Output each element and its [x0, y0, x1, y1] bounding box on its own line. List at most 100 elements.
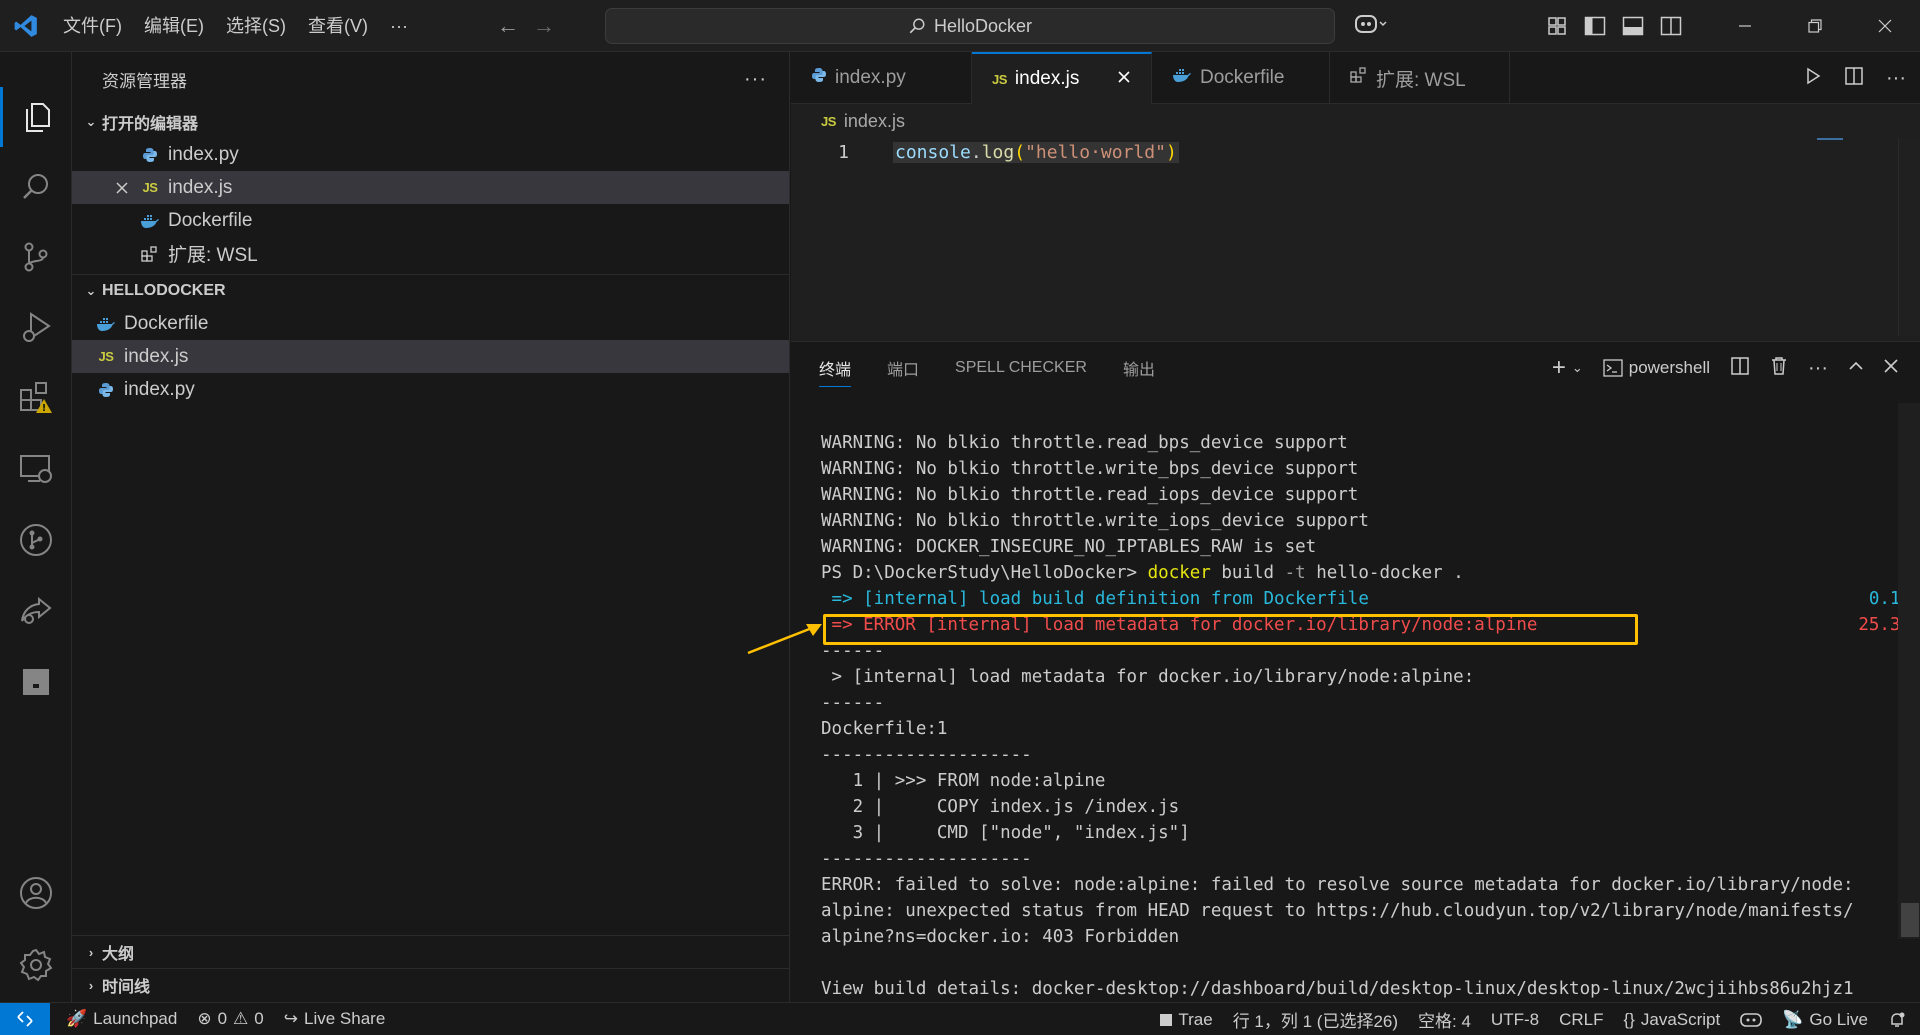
file-dockerfile[interactable]: Dockerfile	[72, 307, 789, 340]
terminal-output[interactable]: WARNING: No blkio throttle.read_bps_devi…	[821, 430, 1911, 1002]
tab-ports[interactable]: 端口	[887, 356, 919, 380]
python-icon	[811, 67, 827, 89]
minimize-button[interactable]	[1710, 0, 1780, 52]
tab-spell-checker[interactable]: SPELL CHECKER	[955, 359, 1087, 377]
error-icon: ⊗	[197, 1009, 212, 1028]
customize-layout-icon[interactable]	[1538, 0, 1576, 52]
tab-label: 扩展: WSL	[1376, 69, 1466, 91]
panel-more-icon[interactable]: ···	[1808, 357, 1828, 380]
toggle-panel-icon[interactable]	[1614, 0, 1652, 52]
language-mode[interactable]: {} JavaScript	[1614, 1010, 1731, 1030]
close-panel-icon[interactable]	[1884, 358, 1898, 378]
tab-index-py[interactable]: index.py	[791, 52, 972, 104]
chevron-right-icon: ›	[88, 944, 94, 960]
live-share-icon[interactable]	[0, 580, 72, 640]
account-icon[interactable]	[0, 863, 72, 923]
line-ending[interactable]: CRLF	[1549, 1010, 1613, 1030]
terminal-line: 2 | COPY index.js /index.js	[821, 797, 1180, 817]
run-icon[interactable]	[1804, 67, 1822, 90]
new-terminal-icon[interactable]: +	[1552, 354, 1566, 382]
encoding[interactable]: UTF-8	[1481, 1010, 1549, 1030]
file-index-js[interactable]: JS index.js	[72, 340, 789, 373]
timeline-header[interactable]: › 时间线	[72, 969, 789, 1001]
terminal-scrollbar-thumb[interactable]	[1901, 903, 1919, 937]
trae-button[interactable]: Trae	[1150, 1010, 1222, 1030]
code-editor[interactable]: 1 console.log("hello·world")	[791, 138, 1920, 341]
outline-header[interactable]: › 大纲	[72, 936, 789, 968]
source-control-icon[interactable]	[0, 227, 72, 287]
back-arrow-icon[interactable]: ←	[497, 13, 519, 39]
terminal-line: > [internal] load metadata for docker.io…	[821, 667, 1475, 687]
close-window-button[interactable]	[1850, 0, 1920, 52]
tab-output[interactable]: 输出	[1123, 356, 1155, 380]
remote-indicator[interactable]	[0, 1002, 50, 1035]
editor-scrollbar[interactable]	[1898, 138, 1920, 336]
file-index-py[interactable]: index.py	[72, 373, 789, 406]
search-icon[interactable]	[0, 157, 72, 217]
split-editor-icon[interactable]	[1844, 66, 1864, 91]
copilot-status-icon[interactable]	[1730, 1012, 1772, 1028]
panel-view-icon[interactable]	[0, 652, 72, 712]
command-center-search[interactable]: HelloDocker	[605, 8, 1335, 44]
cursor-position[interactable]: 行 1，列 1 (已选择26)	[1223, 1007, 1408, 1032]
menu-file[interactable]: 文件(F)	[52, 0, 133, 52]
js-icon: JS	[142, 180, 158, 195]
settings-gear-icon[interactable]	[0, 935, 72, 995]
remote-explorer-icon[interactable]	[0, 439, 72, 499]
toggle-secondary-sidebar-icon[interactable]	[1652, 0, 1690, 52]
go-live-button[interactable]: 📡 Go Live	[1772, 1010, 1878, 1030]
open-editor-index-js[interactable]: JS index.js	[72, 171, 789, 204]
open-editor-extension-wsl[interactable]: 扩展: WSL	[72, 237, 789, 270]
git-graph-icon[interactable]	[0, 510, 72, 570]
trash-icon[interactable]	[1770, 356, 1788, 381]
copilot-icon[interactable]	[1354, 12, 1388, 42]
tab-index-js[interactable]: JS index.js	[972, 52, 1152, 104]
toggle-primary-sidebar-icon[interactable]	[1576, 0, 1614, 52]
build-step-line: => [internal] load build definition from…	[821, 586, 1911, 612]
outline-title: 大纲	[102, 946, 135, 963]
problems-indicator[interactable]: ⊗ 0 ⚠ 0	[187, 1009, 273, 1029]
menu-selection[interactable]: 选择(S)	[215, 0, 297, 52]
open-editor-dockerfile[interactable]: Dockerfile	[72, 204, 789, 237]
notifications-bell-icon[interactable]	[1878, 1011, 1920, 1029]
extensions-icon[interactable]: !	[0, 367, 72, 427]
menu-more[interactable]: ···	[379, 0, 419, 52]
warning-count: 0	[254, 1009, 264, 1028]
open-editors-header[interactable]: ⌄ 打开的编辑器	[72, 106, 789, 138]
forward-arrow-icon[interactable]: →	[533, 13, 555, 39]
close-tab-icon[interactable]	[1117, 68, 1131, 90]
indentation[interactable]: 空格: 4	[1408, 1007, 1481, 1032]
menu-edit[interactable]: 编辑(E)	[133, 0, 215, 52]
file-name: Dockerfile	[168, 209, 253, 231]
tab-terminal[interactable]: 终端	[819, 356, 852, 387]
launchpad-button[interactable]: 🚀 Launchpad	[56, 1009, 187, 1029]
terminal-shell-selector[interactable]: powershell	[1603, 358, 1710, 378]
trae-label: Trae	[1178, 1009, 1213, 1029]
menu-view[interactable]: 查看(V)	[297, 0, 379, 52]
tab-extension-wsl[interactable]: 扩展: WSL	[1330, 52, 1510, 104]
more-actions-icon[interactable]: ···	[744, 68, 767, 91]
terminal-line: WARNING: No blkio throttle.read_bps_devi…	[821, 433, 1348, 453]
explorer-sidebar: 资源管理器 ··· ⌄ 打开的编辑器 index.py JS index.js …	[72, 52, 790, 1002]
terminal-scrollbar-track[interactable]	[1898, 403, 1920, 939]
live-share-button[interactable]: ↪ Live Share	[274, 1009, 396, 1029]
breadcrumb-file[interactable]: index.js	[844, 111, 905, 132]
terminal-cmd: docker	[1147, 563, 1211, 583]
editor-more-icon[interactable]: ···	[1886, 67, 1906, 90]
close-editor-icon[interactable]	[110, 181, 134, 195]
run-debug-icon[interactable]	[0, 297, 72, 357]
tab-dockerfile[interactable]: Dockerfile	[1152, 52, 1330, 104]
maximize-panel-icon[interactable]	[1848, 358, 1864, 379]
workspace-header[interactable]: ⌄ HELLODOCKER	[72, 275, 789, 307]
svg-text:!: !	[42, 403, 47, 414]
split-terminal-icon[interactable]	[1730, 356, 1750, 381]
chevron-down-icon[interactable]: ⌄	[1572, 360, 1583, 376]
js-icon: JS	[821, 113, 836, 129]
open-editor-index-py[interactable]: index.py	[72, 138, 789, 171]
terminal-line: alpine?ns=docker.io: 403 Forbidden	[821, 927, 1180, 947]
explorer-icon[interactable]	[0, 87, 72, 147]
restore-button[interactable]	[1780, 0, 1850, 52]
minimap[interactable]	[1817, 138, 1843, 140]
file-name: index.js	[124, 345, 189, 367]
terminal-line: WARNING: No blkio throttle.write_bps_dev…	[821, 459, 1359, 479]
